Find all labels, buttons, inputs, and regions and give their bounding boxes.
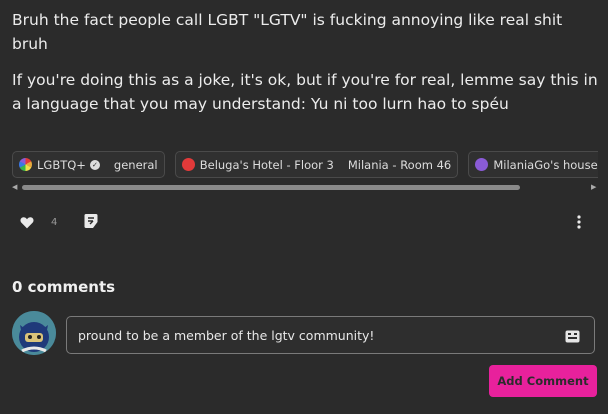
post-paragraph-1: Bruh the fact people call LGBT "LGTV" is… (12, 11, 563, 53)
tag-milania-room[interactable]: Milania - Room 46 (348, 152, 451, 177)
tag-group-hotel[interactable]: Beluga's Hotel - Floor 3 Milania - Room … (174, 151, 459, 178)
verified-icon: ✓ (89, 159, 100, 170)
tag-milaniago-house[interactable]: MilaniaGo's house (Ren (475, 152, 598, 177)
post-body: Bruh the fact people call LGBT "LGTV" is… (12, 8, 602, 128)
reblog-button[interactable] (84, 213, 98, 233)
avatar-image (12, 311, 56, 355)
tag-label-lgbtq: LGBTQ+ (37, 157, 86, 172)
gif-picker-button[interactable] (565, 328, 580, 347)
tags-scrollbar[interactable]: ◀ ▶ (12, 184, 598, 191)
tags-row: LGBTQ+ ✓ general Beluga's Hotel - Floor … (12, 151, 598, 178)
add-comment-button[interactable]: Add Comment (489, 365, 597, 397)
more-options-button[interactable] (576, 214, 582, 233)
avatar (12, 311, 56, 355)
hotel-icon (181, 158, 195, 171)
tag-lgbtq[interactable]: LGBTQ+ ✓ (19, 152, 100, 177)
tag-label-general: general (113, 157, 158, 172)
scroll-right-icon[interactable]: ▶ (591, 184, 596, 191)
tag-group-house[interactable]: MilaniaGo's house (Ren (468, 151, 598, 178)
house-icon (475, 158, 489, 171)
tag-belugas-hotel[interactable]: Beluga's Hotel - Floor 3 (181, 152, 334, 177)
comment-input[interactable] (66, 316, 595, 354)
comments-heading: 0 comments (12, 278, 116, 296)
gif-icon (565, 330, 580, 343)
tag-label-hotel: Beluga's Hotel - Floor 3 (199, 157, 334, 172)
tag-group-lgbtq[interactable]: LGBTQ+ ✓ general (12, 151, 165, 178)
scroll-left-icon[interactable]: ◀ (12, 184, 17, 191)
post-actions: 4 (0, 210, 608, 234)
post-paragraph-2: If you're doing this as a joke, it's ok,… (12, 71, 598, 113)
tag-general[interactable]: general (114, 152, 158, 177)
lgbtq-icon (19, 158, 32, 171)
heart-icon (20, 217, 34, 229)
reblog-icon (84, 214, 98, 228)
scrollbar-thumb[interactable] (22, 185, 520, 190)
like-button[interactable] (20, 214, 34, 233)
tag-label-house: MilaniaGo's house (Ren (493, 157, 598, 172)
more-vertical-icon (577, 215, 581, 229)
tag-label-room: Milania - Room 46 (347, 157, 452, 172)
like-count: 4 (51, 217, 58, 228)
